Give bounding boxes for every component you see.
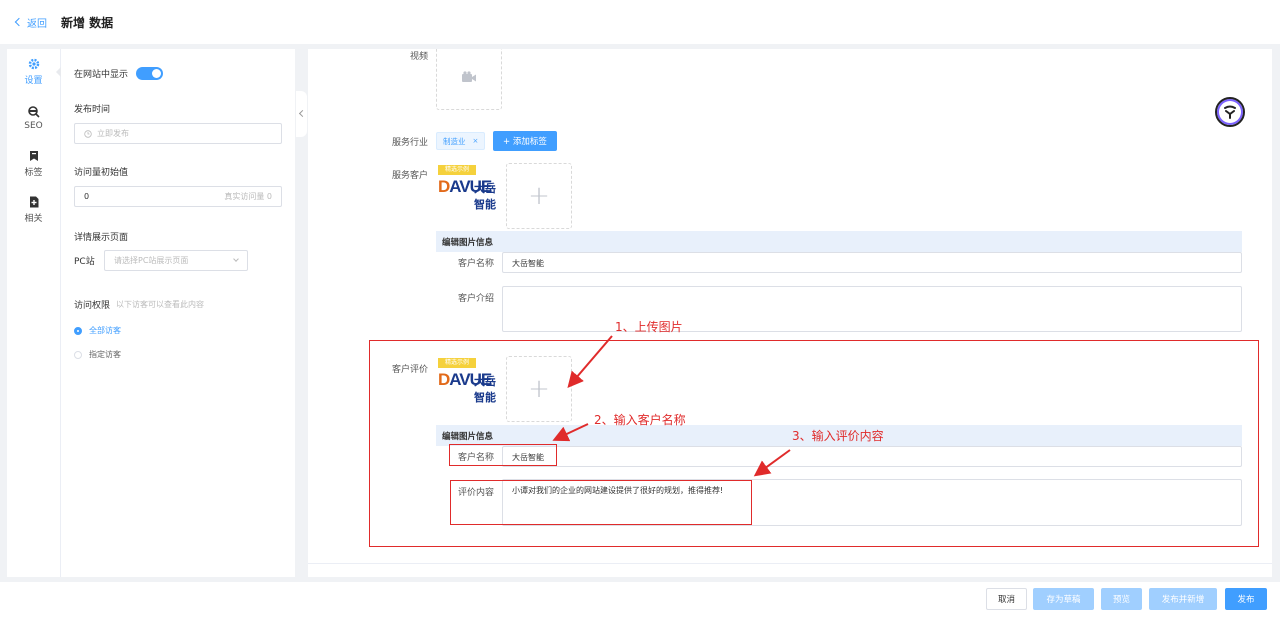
page-header: 返回 新增 数据 <box>0 0 1280 44</box>
access-specified-radio[interactable]: 指定访客 <box>74 349 282 360</box>
client-intro-textarea[interactable] <box>502 286 1242 332</box>
rail-item-label: 标签 <box>24 168 43 178</box>
logo-cn-text: 大岳智能 <box>474 182 496 211</box>
pc-page-select[interactable]: 请选择PC站展示页面 <box>104 250 248 271</box>
industry-tag: 制造业 × <box>436 132 486 150</box>
gear-icon <box>28 58 39 70</box>
chevron-down-icon <box>233 256 239 262</box>
panel-collapse-handle <box>295 49 308 577</box>
rail-item-seo[interactable]: SEO <box>7 95 60 141</box>
collapse-tab[interactable] <box>296 91 307 137</box>
industry-label: 服务行业 <box>391 138 428 148</box>
logo-badge: 精选示例 <box>438 165 476 175</box>
publish-and-new-button[interactable]: 发布并新增 <box>1149 588 1217 610</box>
edit-image-info-header: 编辑图片信息 <box>436 231 1242 252</box>
video-label: 视频 <box>409 52 428 62</box>
rail-item-label: 相关 <box>24 214 43 224</box>
video-camera-icon <box>462 70 476 82</box>
brand-logo-icon <box>1224 105 1236 119</box>
show-on-site-label: 在网站中显示 <box>74 70 129 80</box>
client-name-input[interactable]: 大岳智能 <box>502 252 1242 273</box>
plus-icon: + <box>528 181 550 211</box>
brand-floating-icon[interactable] <box>1215 97 1245 127</box>
divider <box>308 563 1272 564</box>
back-label: 返回 <box>27 18 47 30</box>
views-real-text: 真实访问量 0 <box>224 192 272 201</box>
cancel-button[interactable]: 取消 <box>986 588 1027 610</box>
access-all-radio[interactable]: 全部访客 <box>74 325 282 336</box>
back-button[interactable]: 返回 <box>14 15 47 30</box>
pc-page-placeholder: 请选择PC站展示页面 <box>114 256 189 265</box>
client-intro-label: 客户介绍 <box>457 294 494 304</box>
radio-dot <box>74 326 82 335</box>
publish-button[interactable]: 发布 <box>1225 588 1267 610</box>
access-all-label: 全部访客 <box>89 326 121 335</box>
access-label: 访问权限 <box>74 301 111 311</box>
rail-item-label: 设置 <box>24 76 43 86</box>
close-icon[interactable]: × <box>473 137 479 145</box>
related-doc-icon <box>29 196 38 208</box>
annotation-step3: 3、输入评价内容 <box>792 429 884 443</box>
bookmark-icon <box>29 151 38 161</box>
views-initial-input[interactable]: 0 真实访问量 0 <box>74 186 282 207</box>
publish-time-input[interactable]: 立即发布 <box>74 123 282 144</box>
seo-icon <box>27 105 40 118</box>
access-hint: 以下访客可以查看此内容 <box>116 300 205 309</box>
settings-panel: 在网站中显示 发布时间 立即发布 访问量初始值 0 真实访问量 0 详情展示页面… <box>61 49 295 577</box>
name-field-highlight <box>449 444 557 466</box>
access-specified-label: 指定访客 <box>89 350 121 359</box>
radio-dot <box>74 350 82 359</box>
save-draft-button[interactable]: 存为草稿 <box>1033 588 1094 610</box>
views-initial-value: 0 <box>84 192 90 201</box>
side-rail: 设置 SEO 标签 相关 <box>7 49 61 577</box>
rail-item-related[interactable]: 相关 <box>7 187 60 233</box>
action-footer: 取消 存为草稿 预览 发布并新增 发布 <box>0 582 1280 618</box>
annotation-step2: 2、输入客户名称 <box>594 413 686 427</box>
client-logo-thumbnail[interactable]: 精选示例 DAVUE 大岳智能 <box>436 163 502 229</box>
show-on-site-toggle[interactable] <box>136 67 164 80</box>
add-tag-button[interactable]: + 添加标签 <box>493 131 557 151</box>
pc-label: PC站 <box>74 257 95 267</box>
client-image-upload[interactable]: + <box>506 163 572 229</box>
detail-page-label: 详情展示页面 <box>74 233 129 243</box>
page-title: 新增 数据 <box>61 15 114 30</box>
views-initial-label: 访问量初始值 <box>74 168 129 178</box>
content-field-highlight <box>450 480 752 525</box>
client-name-label: 客户名称 <box>457 259 494 269</box>
publish-time-placeholder: 立即发布 <box>97 129 129 138</box>
clock-icon <box>84 129 92 138</box>
video-upload[interactable] <box>436 49 502 110</box>
rail-item-label: SEO <box>24 120 43 131</box>
chevron-left-icon <box>14 17 24 27</box>
client-label: 服务客户 <box>391 171 428 181</box>
rail-item-settings[interactable]: 设置 <box>7 49 61 95</box>
preview-button[interactable]: 预览 <box>1101 588 1142 610</box>
publish-time-label: 发布时间 <box>74 105 111 115</box>
rail-item-tags[interactable]: 标签 <box>7 141 60 187</box>
annotation-step1: 1、上传图片 <box>615 320 683 334</box>
industry-tag-label: 制造业 <box>443 136 466 146</box>
